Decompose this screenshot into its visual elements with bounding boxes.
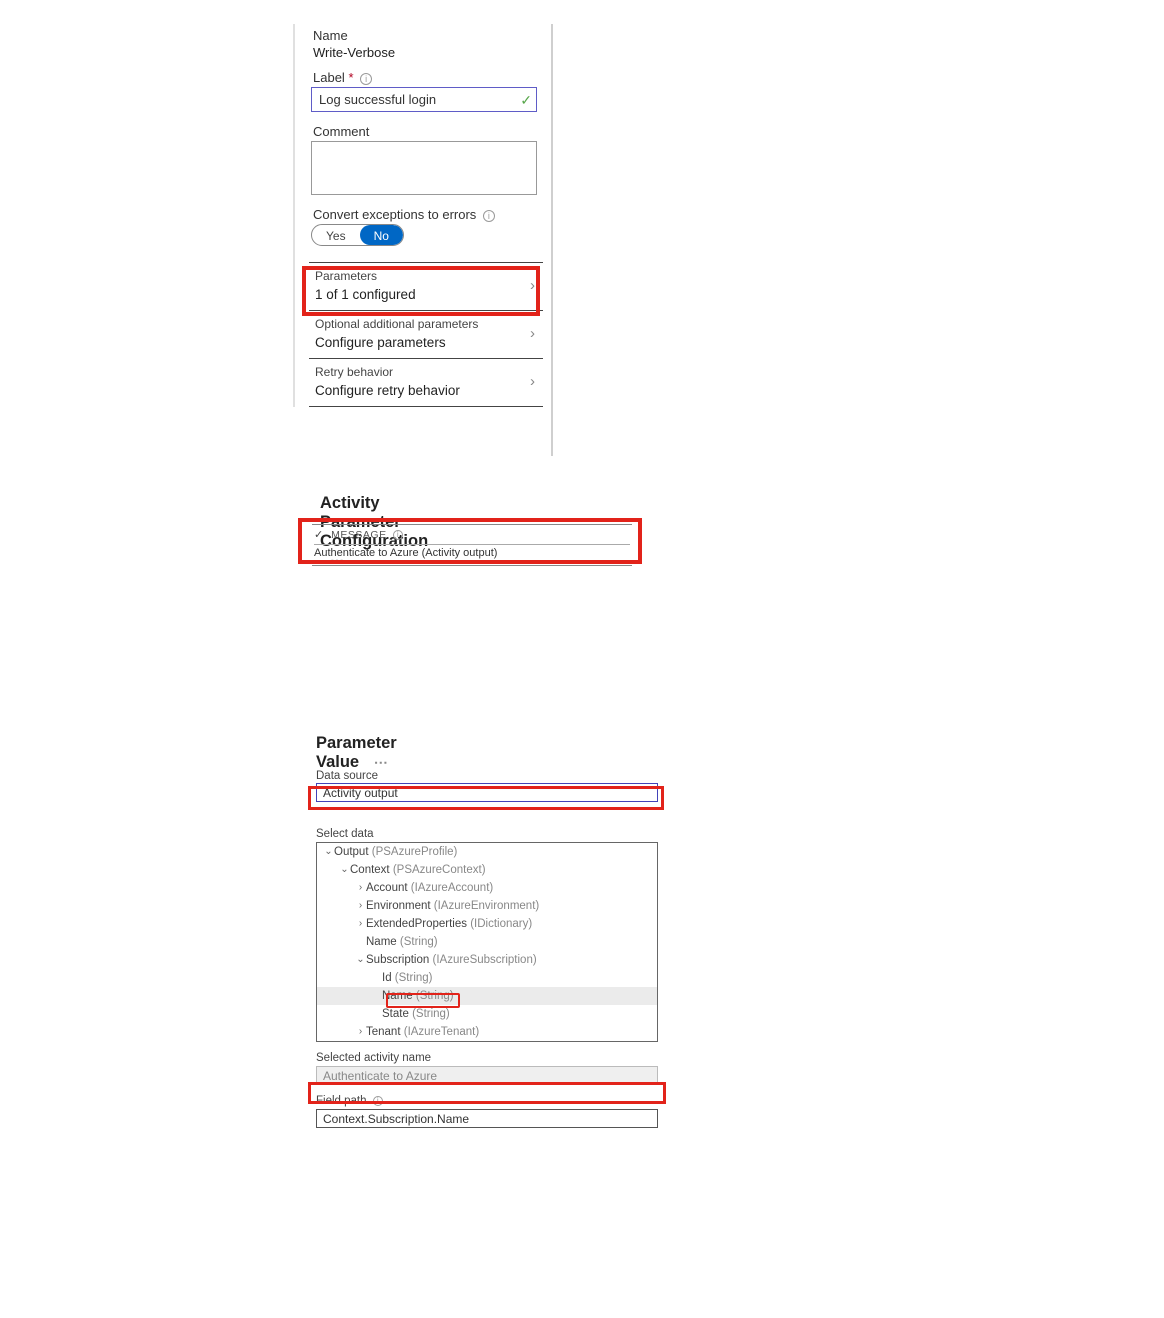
chevron-right-icon: › <box>530 325 535 342</box>
panel-right-border <box>551 24 553 456</box>
required-marker: * <box>348 70 353 85</box>
chevron-right-icon: › <box>355 915 366 933</box>
field-path-input[interactable]: Context.Subscription.Name <box>316 1109 658 1128</box>
optional-row-label: Optional additional parameters <box>315 317 539 331</box>
label-label: Label * i <box>313 70 547 85</box>
parameters-row-label: Parameters <box>315 269 539 283</box>
tree-node-context[interactable]: ⌄Context (PSAzureContext) <box>317 861 657 879</box>
data-source-select[interactable]: Activity output <box>316 783 658 802</box>
data-source-label: Data source <box>316 770 658 782</box>
comment-label: Comment <box>313 124 547 139</box>
selected-activity-name-input: Authenticate to Azure <box>316 1066 658 1085</box>
retry-row-sub: Configure retry behavior <box>315 383 539 398</box>
more-icon[interactable]: ⋯ <box>374 754 390 770</box>
parameters-row[interactable]: Parameters 1 of 1 configured › <box>309 262 543 311</box>
tree-node-output[interactable]: ⌄Output (PSAzureProfile) <box>317 843 657 861</box>
chevron-right-icon: › <box>530 373 535 390</box>
chevron-down-icon: ⌄ <box>355 951 366 969</box>
parameter-value-title: Parameter Value ⋯ <box>316 734 397 772</box>
field-path-label: Field path i <box>316 1095 658 1107</box>
tree-node-subscription-id[interactable]: Id (String) <box>317 969 657 987</box>
chevron-right-icon: › <box>355 897 366 915</box>
data-source-value: Activity output <box>323 786 398 800</box>
tree-node-subscription-name[interactable]: Name (String) <box>317 987 657 1005</box>
selected-activity-name-label: Selected activity name <box>316 1052 658 1064</box>
info-icon[interactable]: i <box>360 73 372 85</box>
check-icon: ✓ <box>314 529 324 541</box>
info-icon[interactable]: i <box>393 530 403 540</box>
check-icon: ✓ <box>520 92 532 109</box>
tree-node-name[interactable]: Name (String) <box>317 933 657 951</box>
info-icon[interactable]: i <box>373 1096 383 1106</box>
convert-label: Convert exceptions to errors i <box>313 207 547 222</box>
panel-left-border <box>293 24 295 407</box>
convert-label-text: Convert exceptions to errors <box>313 207 476 222</box>
tree-node-extendedproperties[interactable]: ›ExtendedProperties (IDictionary) <box>317 915 657 933</box>
chevron-down-icon: ⌄ <box>339 861 350 879</box>
retry-behavior-row[interactable]: Retry behavior Configure retry behavior … <box>309 359 543 407</box>
select-data-label: Select data <box>316 828 658 840</box>
message-value: Authenticate to Azure (Activity output) <box>314 544 630 562</box>
tree-node-environment[interactable]: ›Environment (IAzureEnvironment) <box>317 897 657 915</box>
retry-row-label: Retry behavior <box>315 365 539 379</box>
chevron-right-icon: › <box>355 879 366 897</box>
optional-row-sub: Configure parameters <box>315 335 539 350</box>
chevron-right-icon: › <box>355 1023 366 1041</box>
parameter-value-panel: Data source Activity output Select data … <box>316 770 658 1128</box>
message-row[interactable]: ✓ MESSAGE i Authenticate to Azure (Activ… <box>312 524 632 566</box>
field-path-value: Context.Subscription.Name <box>323 1112 469 1126</box>
tree-node-account[interactable]: ›Account (IAzureAccount) <box>317 879 657 897</box>
name-label: Name <box>313 28 547 43</box>
convert-toggle[interactable]: Yes No <box>311 224 547 246</box>
chevron-down-icon: ⌄ <box>323 843 334 861</box>
activity-config-panel: Name Write-Verbose Label * i Log success… <box>295 24 547 407</box>
message-header: MESSAGE <box>331 529 386 541</box>
select-data-tree[interactable]: ⌄Output (PSAzureProfile) ⌄Context (PSAzu… <box>316 842 658 1042</box>
tree-node-subscription[interactable]: ⌄Subscription (IAzureSubscription) <box>317 951 657 969</box>
label-input[interactable]: Log successful login ✓ <box>311 87 537 112</box>
parameters-row-sub: 1 of 1 configured <box>315 287 539 302</box>
selected-activity-name-value: Authenticate to Azure <box>323 1069 437 1083</box>
label-input-value: Log successful login <box>319 92 436 107</box>
field-path-label-text: Field path <box>316 1095 367 1107</box>
info-icon[interactable]: i <box>483 210 495 222</box>
tree-node-tenant[interactable]: ›Tenant (IAzureTenant) <box>317 1023 657 1041</box>
name-value: Write-Verbose <box>313 45 547 60</box>
comment-textarea[interactable] <box>311 141 537 195</box>
toggle-no[interactable]: No <box>360 225 403 245</box>
label-label-text: Label <box>313 70 345 85</box>
chevron-right-icon: › <box>530 277 535 294</box>
toggle-yes[interactable]: Yes <box>312 225 360 245</box>
tree-node-subscription-state[interactable]: State (String) <box>317 1005 657 1023</box>
optional-parameters-row[interactable]: Optional additional parameters Configure… <box>309 311 543 359</box>
